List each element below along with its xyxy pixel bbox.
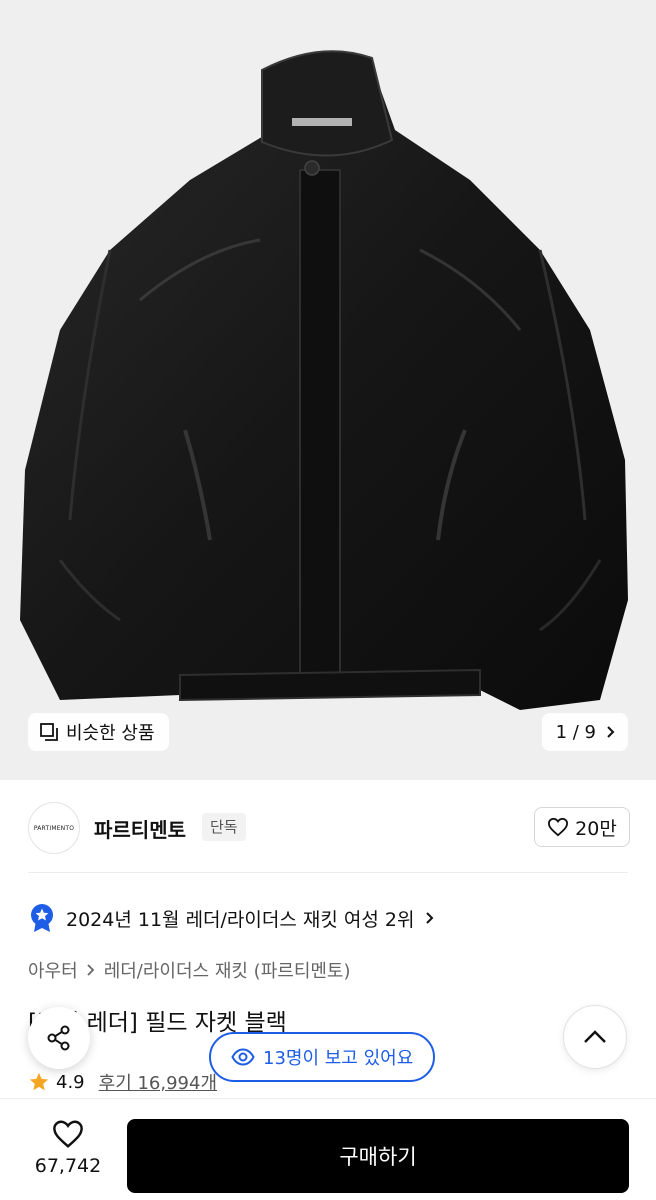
- brand-logo-text: PARTIMENTO: [33, 824, 75, 832]
- bottom-purchase-bar: 67,742 구매하기: [0, 1098, 656, 1200]
- brand-logo[interactable]: PARTIMENTO: [28, 802, 80, 854]
- live-viewers-badge: 13명이 보고 있어요: [209, 1032, 436, 1082]
- ranking-text: 2024년 11월 레더/라이더스 재킷 여성 2위: [66, 908, 415, 931]
- brand-like-count: 20만: [575, 817, 617, 840]
- similar-products-icon: [40, 723, 58, 741]
- leather-jacket-image: [20, 50, 628, 710]
- ranking-badge-icon: [31, 904, 53, 932]
- chevron-up-icon: [584, 1030, 606, 1043]
- rating-row[interactable]: 4.9 후기 16,994개: [28, 1069, 217, 1095]
- share-button[interactable]: [28, 1007, 90, 1069]
- viewers-text: 13명이 보고 있어요: [263, 1048, 414, 1069]
- image-pager[interactable]: 1 / 9: [541, 713, 628, 751]
- ranking-link[interactable]: 2024년 11월 레더/라이더스 재킷 여성 2위: [28, 900, 436, 936]
- buy-button[interactable]: 구매하기: [127, 1119, 629, 1193]
- scroll-to-top-button[interactable]: [563, 1005, 627, 1069]
- similar-products-label: 비슷한 상품: [66, 723, 155, 744]
- heart-icon: [53, 1120, 83, 1148]
- wishlist-button[interactable]: 67,742: [28, 1119, 108, 1177]
- brand-row: PARTIMENTO 파르티멘토 단독 20만: [0, 800, 656, 856]
- page-indicator: 1 / 9: [555, 721, 596, 743]
- heart-icon: [548, 817, 569, 837]
- brand-like-button[interactable]: 20만: [534, 807, 630, 847]
- chevron-right-icon: [426, 912, 434, 924]
- divider: [28, 872, 628, 873]
- review-count-link[interactable]: 후기 16,994개: [99, 1069, 217, 1095]
- rating-value: 4.9: [56, 1071, 85, 1093]
- brand-name[interactable]: 파르티멘토: [94, 814, 186, 843]
- eye-icon: [231, 1048, 255, 1066]
- star-icon: [29, 1072, 49, 1091]
- wishlist-count: 67,742: [34, 1155, 102, 1177]
- chevron-right-icon: [607, 726, 615, 738]
- chevron-right-icon: [87, 964, 94, 976]
- breadcrumb-item-category[interactable]: 레더/라이더스 재킷 (파르티멘토): [104, 957, 351, 983]
- buy-button-label: 구매하기: [339, 1145, 417, 1169]
- share-icon: [47, 1025, 70, 1051]
- exclusive-badge: 단독: [202, 813, 246, 841]
- similar-products-button[interactable]: 비슷한 상품: [28, 713, 169, 751]
- breadcrumb-item-outer[interactable]: 아우터: [28, 957, 78, 983]
- product-image-gallery[interactable]: 비슷한 상품 1 / 9: [0, 0, 656, 780]
- breadcrumb: 아우터 레더/라이더스 재킷 (파르티멘토): [28, 957, 351, 983]
